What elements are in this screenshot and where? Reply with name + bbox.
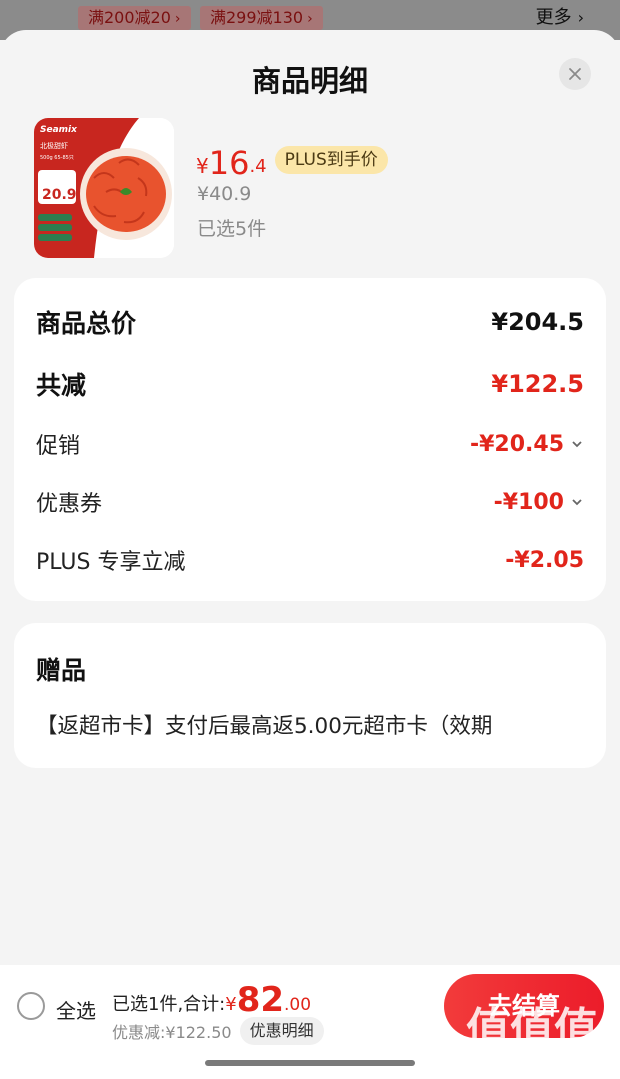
plus-discount-value: -¥2.05 (505, 547, 584, 573)
total-symbol: ¥ (225, 994, 237, 1015)
checkout-bar: 全选 已选1件,合计: ¥ 82 .00 优惠减:¥122.50 优惠明细 去结… (0, 965, 620, 1079)
close-icon (569, 68, 581, 80)
coupon-row[interactable]: 优惠券 -¥100 (36, 486, 584, 518)
original-price: ¥40.9 (197, 183, 252, 205)
discount-text: 优惠减:¥122.50 (112, 1023, 232, 1042)
subtotal-value: ¥204.5 (491, 308, 584, 336)
total-decimal: .00 (284, 995, 312, 1015)
price-symbol: ¥ (196, 154, 209, 178)
coupon-chip-label: 满299减130 (210, 8, 304, 27)
gift-card: 赠品 【返超市卡】支付后最高返5.00元超市卡（效期 (14, 623, 606, 768)
total-summary: 已选1件,合计: ¥ 82 .00 (112, 975, 311, 1019)
subtotal-row: 商品总价 ¥204.5 (36, 304, 584, 340)
chevron-down-icon (572, 499, 582, 506)
price-integer: 16 (208, 144, 250, 182)
gift-description: 【返超市卡】支付后最高返5.00元超市卡（效期 (36, 714, 493, 739)
chevron-right-icon: › (577, 8, 584, 27)
promo-row[interactable]: 促销 -¥20.45 (36, 428, 584, 460)
coupon-chip[interactable]: 满200减20 › (78, 6, 191, 30)
promo-label: 促销 (36, 434, 81, 459)
price-decimal: .4 (249, 156, 267, 177)
reduction-label: 共减 (36, 371, 87, 400)
price-breakdown-card: 商品总价 ¥204.5 共减 ¥122.5 促销 -¥20.45 优惠券 -¥1… (14, 278, 606, 601)
svg-text:Seamix: Seamix (40, 125, 78, 135)
svg-text:500g 65-85只: 500g 65-85只 (40, 155, 74, 161)
product-image[interactable]: Seamix 北极甜虾 500g 65-85只 20.9 (34, 118, 174, 258)
coupon-value-wrap[interactable]: -¥100 (494, 490, 584, 515)
price-row: ¥ 16 .4 PLUS到手价 (196, 140, 388, 180)
coupon-chip[interactable]: 满299减130 › (200, 6, 323, 30)
promo-value-wrap[interactable]: -¥20.45 (470, 432, 584, 457)
select-all-label[interactable]: 全选 (56, 995, 96, 1024)
selected-count: 已选5件 (197, 218, 267, 240)
coupon-value: -¥100 (493, 489, 564, 515)
reduction-value: ¥122.5 (491, 370, 584, 398)
select-all-checkbox[interactable] (17, 992, 45, 1020)
coupon-label: 优惠券 (36, 492, 103, 517)
gift-title: 赠品 (36, 656, 87, 685)
total-integer: 82 (236, 980, 285, 1020)
promo-value: -¥20.45 (469, 431, 564, 457)
more-label: 更多 (535, 7, 572, 28)
plus-discount-label: PLUS 专享立减 (36, 550, 186, 575)
svg-text:20.9: 20.9 (42, 187, 77, 203)
discount-line: 优惠减:¥122.50 优惠明细 (112, 1017, 324, 1045)
chevron-right-icon: › (174, 11, 181, 27)
chevron-right-icon: › (307, 11, 313, 27)
shrimp-product-image: Seamix 北极甜虾 500g 65-85只 20.9 (34, 118, 174, 258)
detail-sheet: 商品明细 Seamix 北极甜虾 500g 65-85只 20.9 ¥ 16 .… (0, 30, 620, 1079)
more-link[interactable]: 更多 › (536, 6, 584, 30)
summary-text: 已选1件,合计: (112, 994, 226, 1015)
svg-text:北极甜虾: 北极甜虾 (40, 141, 68, 150)
subtotal-label: 商品总价 (36, 309, 137, 338)
chevron-down-icon (572, 441, 582, 448)
plus-price-badge: PLUS到手价 (274, 146, 388, 174)
plus-discount-row: PLUS 专享立减 -¥2.05 (36, 544, 584, 576)
home-indicator[interactable] (205, 1060, 415, 1066)
sheet-title: 商品明细 (251, 64, 368, 98)
watermark-url: zhizhizhi.com (466, 1055, 594, 1075)
reduction-row: 共减 ¥122.5 (36, 366, 584, 402)
watermark-logo: 值值值 zhizhizhi.com (466, 993, 616, 1077)
close-button[interactable] (559, 58, 591, 90)
coupon-chip-label: 满200减20 (88, 8, 171, 27)
discount-detail-button[interactable]: 优惠明细 (239, 1017, 324, 1045)
watermark-glyphs: 值值值 (466, 1004, 598, 1055)
